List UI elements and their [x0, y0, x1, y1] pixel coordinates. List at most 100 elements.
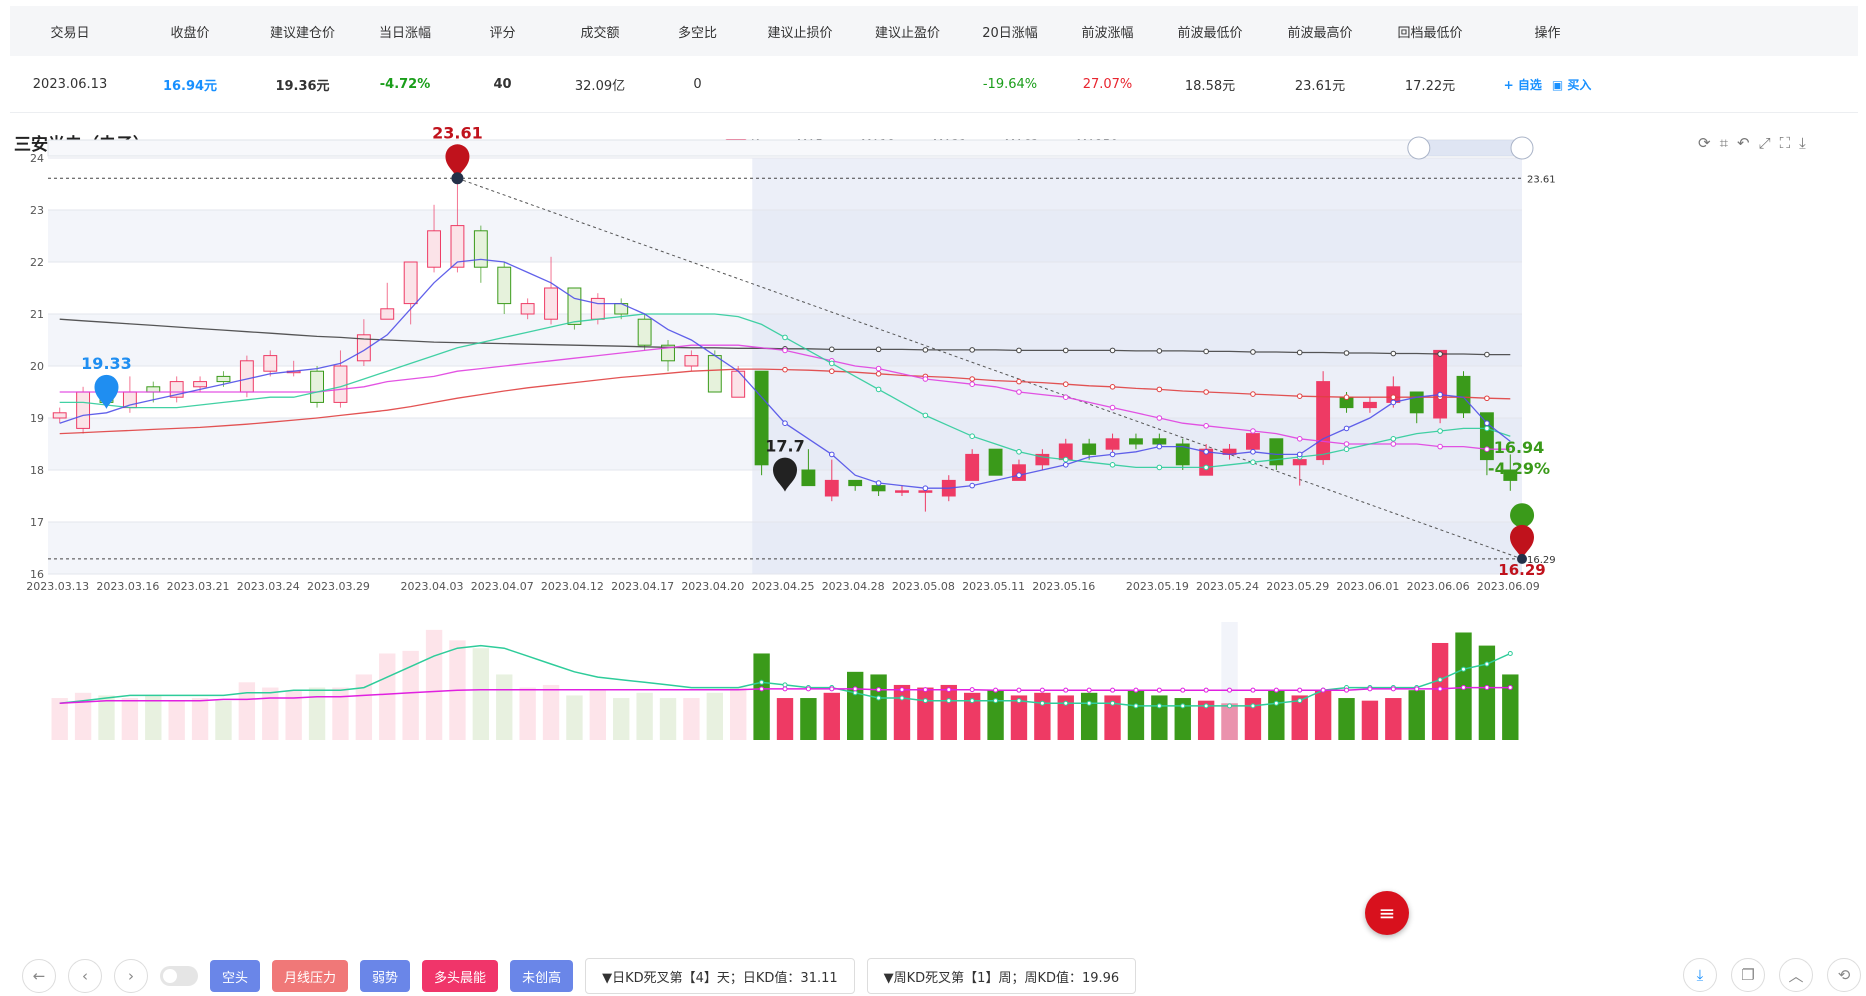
volume_ma_b-point	[899, 687, 905, 693]
candle-body[interactable]	[1152, 438, 1167, 445]
x-tick-label: 2023.03.21	[167, 580, 230, 593]
reload-icon: ⟲	[1837, 966, 1851, 984]
candle-body[interactable]	[76, 391, 91, 429]
candle-body[interactable]	[637, 318, 652, 346]
x-tick-label: 2023.04.17	[611, 580, 674, 593]
candle-body[interactable]	[1246, 433, 1260, 450]
ma250-point	[1156, 348, 1163, 354]
candle-body[interactable]	[427, 230, 441, 268]
volume_ma_a-point	[1250, 703, 1256, 709]
volume-bar	[1151, 695, 1168, 740]
volume_ma_b-point	[805, 686, 811, 692]
tag-yuexian[interactable]: 月线压力	[272, 960, 349, 992]
candle-body[interactable]	[895, 490, 909, 493]
x-tick-label: 2023.04.07	[471, 580, 534, 593]
volume_ma_a-point	[1180, 703, 1186, 709]
candle-body[interactable]	[380, 308, 395, 320]
candle-body[interactable]	[1082, 443, 1097, 455]
kline-chart[interactable]: 1617181920212223242023.03.13 2023.03.16 20…	[0, 0, 1866, 940]
candle-body[interactable]	[567, 287, 582, 325]
tag-kongtou[interactable]: 空头	[210, 960, 261, 992]
tag-weichuang[interactable]: 未创高	[510, 960, 574, 992]
candle-body[interactable]	[1316, 381, 1331, 461]
candle-body[interactable]	[1456, 375, 1471, 414]
candle-body[interactable]	[848, 479, 863, 487]
tag-duotou[interactable]: 多头晨能	[422, 960, 499, 992]
ma5-point	[1343, 425, 1350, 432]
candle-body[interactable]	[1479, 412, 1494, 461]
candle-body[interactable]	[239, 360, 254, 393]
candle-body[interactable]	[1362, 401, 1377, 409]
volume_ma_b-point	[1156, 687, 1162, 693]
volume-bar	[753, 653, 770, 740]
candle-body[interactable]	[544, 287, 558, 320]
candle-body[interactable]	[1269, 438, 1284, 466]
volume_ma_a-point	[782, 682, 788, 688]
menu-fab-button[interactable]: ≡	[1365, 891, 1409, 935]
candle-body[interactable]	[1105, 438, 1120, 450]
next-button[interactable]: ›	[114, 959, 148, 993]
ma18-point	[1156, 464, 1163, 471]
volume_ma_b-point	[782, 686, 788, 692]
zoom-handle-left[interactable]	[1407, 136, 1431, 160]
volume-bar	[1080, 692, 1098, 740]
last-close-pin	[1510, 503, 1535, 528]
download-button[interactable]: ⤓	[1683, 958, 1717, 992]
candle-body[interactable]	[1433, 349, 1448, 419]
x-tick-label: 2023.04.25	[752, 580, 815, 593]
candle-body[interactable]	[801, 469, 816, 487]
menu-icon: ≡	[1378, 901, 1396, 925]
volume-bar	[566, 695, 583, 740]
candle-body[interactable]	[1129, 438, 1143, 445]
toggle-switch[interactable]	[160, 966, 198, 986]
candle-body[interactable]	[1292, 459, 1307, 466]
volume_ma_a-point	[852, 690, 858, 696]
candle-body[interactable]	[333, 365, 348, 403]
candle-body[interactable]	[403, 261, 418, 305]
volume_ma_b-point	[759, 686, 765, 692]
reload-button[interactable]: ⟲	[1827, 958, 1861, 992]
candle-body[interactable]	[216, 375, 231, 383]
volume-bar	[145, 695, 162, 740]
candle-body[interactable]	[520, 303, 535, 315]
zoom-handle-right[interactable]	[1510, 136, 1534, 160]
candle-body[interactable]	[707, 355, 722, 393]
volume-bar	[425, 629, 443, 740]
candle-body[interactable]	[590, 297, 605, 320]
candle-body[interactable]	[918, 490, 933, 493]
candle-body[interactable]	[824, 479, 839, 497]
candle-body[interactable]	[1409, 391, 1424, 414]
volume_ma_a-point	[1297, 698, 1303, 704]
volume-bar	[683, 698, 700, 740]
candle-body[interactable]	[52, 412, 67, 419]
candle-body[interactable]	[310, 370, 324, 403]
candle-body[interactable]	[473, 230, 488, 268]
prev-button[interactable]: ‹	[68, 959, 102, 993]
candle-body[interactable]	[684, 355, 699, 367]
volume_ma_a-point	[1016, 698, 1022, 704]
volume-bar	[800, 698, 817, 740]
y-tick-label: 22	[30, 256, 44, 269]
candle-body[interactable]	[193, 381, 208, 388]
candle-body[interactable]	[871, 485, 886, 492]
ma250-point	[969, 347, 975, 353]
volume_ma_b-point	[922, 687, 928, 693]
copy-button[interactable]: ❐	[1731, 958, 1765, 992]
zoom-slider-track[interactable]	[47, 139, 1523, 157]
candle-body[interactable]	[146, 386, 161, 393]
candle-body[interactable]	[497, 266, 512, 305]
candle-body[interactable]	[731, 370, 746, 398]
candle-body[interactable]	[263, 355, 278, 372]
start-low-marker-label: 19.33	[81, 354, 132, 373]
candle-body[interactable]	[988, 448, 1003, 476]
x-tick-label: 2023.03.16	[96, 580, 159, 593]
volume_ma_b-point	[1133, 687, 1139, 693]
x-tick-label: 2023.05.16	[1032, 580, 1095, 593]
ma18-point	[875, 386, 882, 393]
ma31-point	[1109, 404, 1116, 411]
zoom-slider-window[interactable]	[1418, 140, 1522, 156]
tag-ruoshi[interactable]: 弱势	[360, 960, 411, 992]
back-button[interactable]: ←	[22, 959, 56, 993]
scroll-top-button[interactable]: ︿	[1779, 958, 1813, 992]
candle-body[interactable]	[965, 453, 980, 481]
